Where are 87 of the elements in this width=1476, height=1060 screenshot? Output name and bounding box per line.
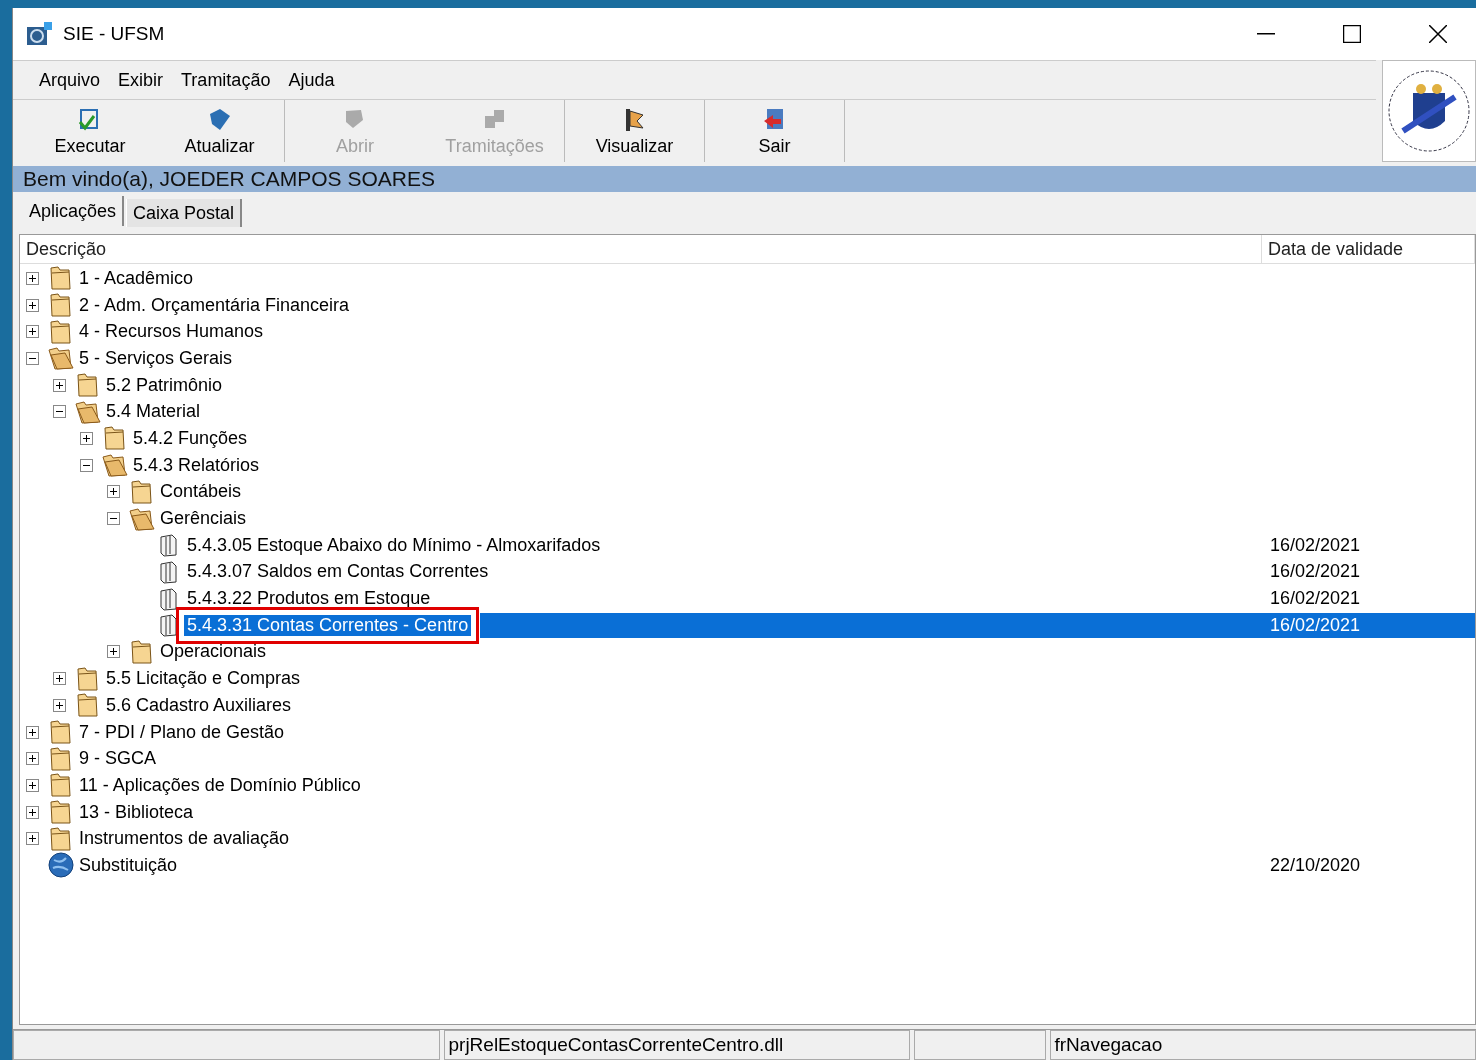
folder-icon	[76, 692, 100, 719]
expand-icon[interactable]	[53, 378, 66, 392]
tree-item[interactable]: 7 - PDI / Plano de Gestão	[76, 721, 288, 743]
tree-item[interactable]: 5.2 Patrimônio	[103, 374, 226, 396]
close-icon	[1429, 25, 1447, 43]
folder-icon	[49, 745, 73, 772]
menu-item[interactable]: Ajuda	[288, 69, 335, 91]
menu-item[interactable]: Arquivo	[39, 69, 101, 91]
tree-item[interactable]: 5.4.2 Funções	[130, 427, 251, 449]
folder-icon	[49, 265, 73, 292]
status-pane: prjRelEstoqueContasCorrenteCentro.dll	[443, 1030, 910, 1060]
document-icon	[158, 559, 180, 584]
folder-icon	[76, 665, 100, 692]
tree-item[interactable]: 5.4.3.31 Contas Correntes - Centro	[184, 614, 472, 636]
open-folder-icon	[101, 453, 129, 478]
expand-icon[interactable]	[26, 752, 39, 766]
tree-item[interactable]: 5.6 Cadastro Auxiliares	[103, 694, 295, 716]
welcome-banner: Bem vindo(a), JOEDER CAMPOS SOARES	[13, 166, 1476, 192]
window-title: SIE - UFSM	[63, 23, 166, 45]
tree-item[interactable]: 5.4 Material	[103, 401, 204, 423]
folder-icon	[49, 772, 73, 799]
expand-icon[interactable]	[107, 645, 120, 659]
tree-item[interactable]: Gerênciais	[157, 508, 250, 530]
date-cell: 16/02/2021	[1270, 614, 1361, 636]
tree-item[interactable]: Substituição	[76, 854, 181, 876]
tree-item[interactable]: 1 - Acadêmico	[76, 267, 197, 289]
expand-icon[interactable]	[26, 298, 39, 312]
maximize-icon	[1343, 25, 1361, 43]
folder-icon	[103, 425, 127, 452]
collapse-icon[interactable]	[107, 512, 120, 526]
app-icon	[25, 21, 53, 47]
expand-icon[interactable]	[26, 832, 39, 846]
expand-icon[interactable]	[80, 431, 93, 445]
globe-icon	[48, 852, 74, 879]
tree-item[interactable]: 11 - Aplicações de Domínio Público	[76, 774, 364, 796]
expand-icon[interactable]	[26, 325, 39, 339]
date-cell: 16/02/2021	[1270, 588, 1361, 610]
expand-icon[interactable]	[26, 778, 39, 792]
menu-item[interactable]: Exibir	[118, 69, 164, 91]
tree-item[interactable]: 4 - Recursos Humanos	[76, 321, 267, 343]
folder-icon	[49, 825, 73, 852]
collapse-icon[interactable]	[53, 405, 66, 419]
date-cell: 16/02/2021	[1270, 561, 1361, 583]
collapse-icon[interactable]	[26, 351, 39, 365]
tree-item[interactable]: 9 - SGCA	[76, 748, 160, 770]
toolbar-button[interactable]: Visualizar	[565, 100, 705, 162]
toolbar-button[interactable]: Sair	[705, 100, 845, 162]
toolbar-button[interactable]: Executar	[25, 100, 155, 162]
tree-item[interactable]: 5.4.3.05 Estoque Abaixo do Mínimo - Almoxarifados	[184, 534, 604, 556]
date-cell: 22/10/2020	[1270, 854, 1361, 876]
folder-icon	[76, 372, 100, 399]
folder-icon	[49, 292, 73, 319]
expand-icon[interactable]	[26, 725, 39, 739]
column-header[interactable]: Descrição	[20, 235, 1262, 263]
expand-icon[interactable]	[53, 698, 66, 712]
tree-item[interactable]: 5.4.3.07 Saldos em Contas Correntes	[184, 561, 492, 583]
tree-item[interactable]: 13 - Biblioteca	[76, 801, 197, 823]
status-pane: frNavegacao	[1049, 1030, 1476, 1060]
tree-item[interactable]: 2 - Adm. Orçamentária Financeira	[76, 294, 353, 316]
open-folder-icon	[128, 506, 156, 531]
folder-icon	[130, 478, 154, 505]
toolbar-button[interactable]: Atualizar	[155, 100, 285, 162]
collapse-icon[interactable]	[80, 458, 93, 472]
folder-icon	[49, 719, 73, 746]
document-icon	[158, 586, 180, 611]
expand-icon[interactable]	[26, 271, 39, 285]
expand-icon[interactable]	[107, 485, 120, 499]
folder-icon	[49, 318, 73, 345]
tree-item[interactable]: Instrumentos de avaliação	[76, 828, 293, 850]
tree-item[interactable]: Operacionais	[157, 641, 270, 663]
open-folder-icon	[47, 346, 75, 371]
folder-icon	[130, 638, 154, 665]
tree-item[interactable]: 5 - Serviços Gerais	[76, 347, 236, 369]
tree-item[interactable]: 5.4.3 Relatórios	[130, 454, 263, 476]
tab[interactable]: Caixa Postal	[126, 199, 243, 227]
date-cell: 16/02/2021	[1270, 534, 1361, 556]
folder-icon	[49, 799, 73, 826]
tree-item[interactable]: Contábeis	[157, 481, 245, 503]
expand-icon[interactable]	[53, 672, 66, 686]
tree-item[interactable]: 5.5 Licitação e Compras	[103, 668, 304, 690]
minimize-icon	[1257, 33, 1275, 35]
open-folder-icon	[74, 399, 102, 424]
document-icon	[158, 533, 180, 558]
column-header[interactable]: Data de validade	[1262, 235, 1475, 263]
tree-item[interactable]: 5.4.3.22 Produtos em Estoque	[184, 588, 434, 610]
menu-item[interactable]: Tramitação	[181, 69, 271, 91]
expand-icon[interactable]	[26, 805, 39, 819]
